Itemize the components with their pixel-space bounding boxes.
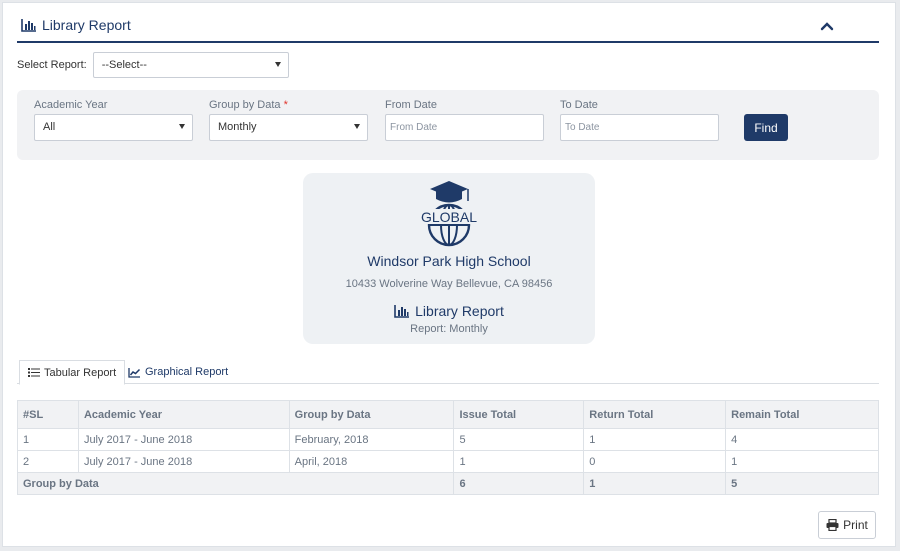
select-report-label: Select Report: [17, 59, 87, 71]
cell-group-by: February, 2018 [288, 428, 455, 451]
cell-remain-total: 1 [725, 450, 879, 473]
report-title-text: Library Report [415, 303, 504, 319]
cell-sl: 1 [17, 428, 79, 451]
select-report-dropdown[interactable]: --Select-- [92, 52, 289, 78]
report-subtitle: Report: Monthly [410, 323, 488, 335]
cell-sl: 2 [17, 450, 79, 473]
caret-down-icon [354, 124, 360, 129]
academic-year-label: Academic Year [34, 99, 108, 111]
school-address: 10433 Wolverine Way Bellevue, CA 98456 [345, 278, 553, 290]
from-date-group: From Date From Date [385, 99, 544, 141]
footer-issue-total: 6 [453, 472, 585, 495]
cell-academic-year: July 2017 - June 2018 [77, 450, 290, 473]
global-school-logo: GLOBAL [420, 181, 478, 247]
cell-return-total: 0 [583, 450, 727, 473]
table-row: 2 July 2017 - June 2018 April, 2018 1 0 … [17, 450, 879, 473]
find-button[interactable]: Find [744, 114, 788, 141]
caret-down-icon [274, 62, 281, 67]
col-sl: #SL [17, 400, 79, 429]
to-date-input[interactable]: To Date [560, 114, 719, 141]
table-footer-row: Group by Data 6 1 5 [16, 472, 879, 495]
from-date-input[interactable]: From Date [385, 114, 544, 141]
to-date-group: To Date To Date [560, 99, 719, 141]
printer-icon [826, 519, 839, 531]
select-report-value: --Select-- [101, 59, 147, 71]
col-issue-total: Issue Total [453, 400, 585, 429]
cell-return-total: 1 [583, 428, 727, 451]
academic-year-select[interactable]: All [34, 114, 193, 141]
cell-issue-total: 1 [453, 450, 585, 473]
panel-header: Library Report [17, 13, 879, 43]
filter-bar: Academic Year All Group by Data * Monthl… [17, 90, 879, 160]
col-academic-year: Academic Year [77, 400, 290, 429]
group-by-group: Group by Data * Monthly [209, 99, 368, 141]
academic-year-value: All [43, 121, 56, 133]
group-by-label-text: Group by Data [209, 99, 281, 111]
group-by-label: Group by Data * [209, 99, 288, 113]
list-icon [28, 368, 40, 377]
library-report-panel: Library Report Select Report: --Select--… [2, 2, 896, 547]
col-return-total: Return Total [583, 400, 727, 429]
bar-chart-icon [21, 19, 36, 32]
col-remain-total: Remain Total [725, 400, 879, 429]
cell-group-by: April, 2018 [288, 450, 455, 473]
footer-return-total: 1 [583, 472, 727, 495]
group-by-select[interactable]: Monthly [209, 114, 368, 141]
report-tabs: Tabular Report Graphical Report [17, 360, 879, 385]
report-title: Library Report [303, 303, 595, 319]
logo-text: GLOBAL [421, 209, 477, 225]
table-row: 1 July 2017 - June 2018 February, 2018 5… [17, 428, 879, 451]
from-date-label: From Date [385, 99, 437, 111]
footer-label: Group by Data [16, 472, 455, 495]
footer-remain-total: 5 [725, 472, 879, 495]
cell-academic-year: July 2017 - June 2018 [77, 428, 290, 451]
group-by-value: Monthly [218, 121, 257, 133]
select-report-row: Select Report: --Select-- [17, 51, 289, 79]
print-label: Print [843, 518, 868, 532]
chevron-up-icon[interactable] [819, 19, 835, 33]
cell-remain-total: 4 [725, 428, 879, 451]
to-date-label: To Date [560, 99, 598, 111]
line-chart-icon [128, 367, 141, 378]
panel-title: Library Report [21, 17, 131, 33]
print-button[interactable]: Print [818, 511, 876, 539]
panel-title-text: Library Report [42, 17, 131, 33]
table-header-row: #SL Academic Year Group by Data Issue To… [17, 400, 879, 429]
caret-down-icon [179, 124, 185, 129]
school-name: Windsor Park High School [367, 253, 531, 269]
tab-graphical-label: Graphical Report [145, 366, 229, 378]
cell-issue-total: 5 [453, 428, 585, 451]
bar-chart-icon [394, 305, 410, 318]
tab-tabular-report[interactable]: Tabular Report [19, 360, 126, 385]
school-card: GLOBAL Windsor Park High School 10433 Wo… [303, 173, 595, 344]
tab-graphical-report[interactable]: Graphical Report [120, 360, 236, 384]
tab-tabular-label: Tabular Report [44, 366, 117, 379]
required-mark: * [283, 99, 288, 111]
academic-year-group: Academic Year All [34, 99, 193, 141]
col-group-by: Group by Data [288, 400, 455, 429]
report-table: #SL Academic Year Group by Data Issue To… [16, 400, 879, 495]
